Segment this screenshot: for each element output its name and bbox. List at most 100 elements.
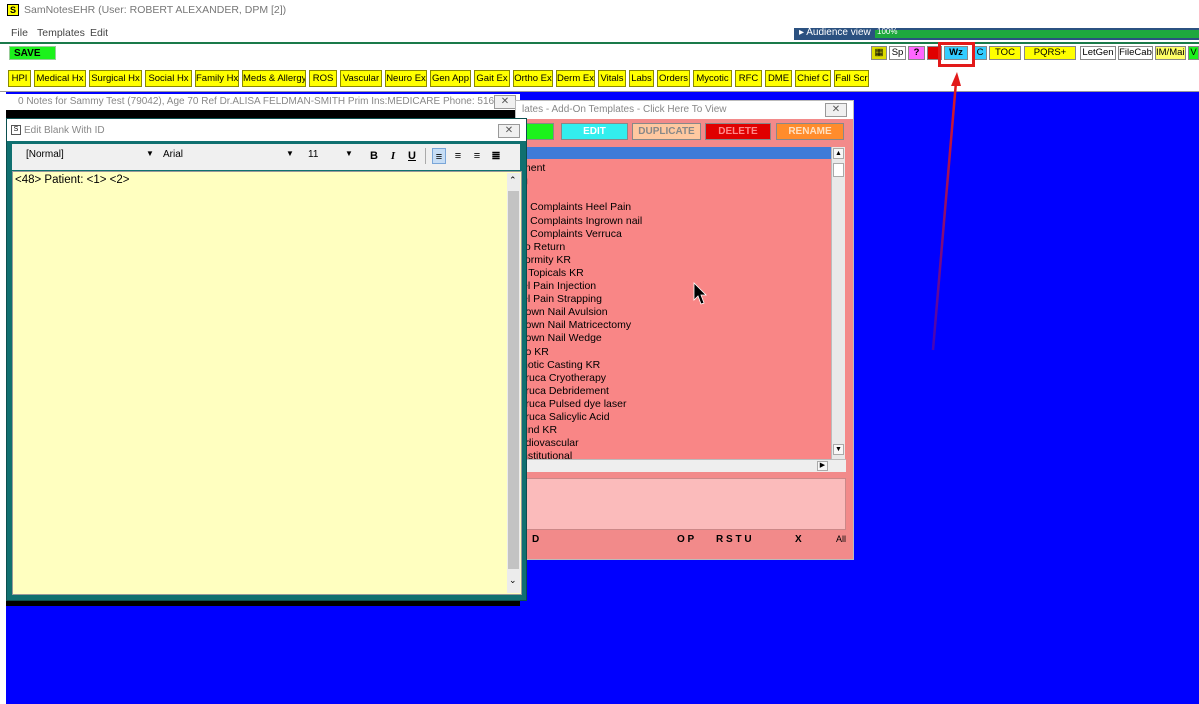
bold-button[interactable]: B: [367, 148, 381, 164]
chevron-down-icon[interactable]: ⌄: [509, 575, 517, 586]
sp-button[interactable]: Sp: [889, 46, 906, 60]
vertical-scrollbar[interactable]: ▲ ▼: [831, 147, 845, 459]
app-icon: S: [7, 4, 19, 16]
edit-button[interactable]: EDIT: [561, 123, 628, 140]
template-list[interactable]: mentgti Complaints Heel Painti Complaint…: [516, 147, 846, 459]
tpl-meds-allergy[interactable]: Meds & Allergy: [242, 70, 306, 87]
style-select[interactable]: [Normal]: [26, 149, 64, 160]
notes-window-titlebar[interactable]: 0 Notes for Sammy Test (79042), Age 70 R…: [6, 94, 520, 110]
alpha-rstu[interactable]: R S T U: [716, 534, 752, 545]
im-mail-button[interactable]: IM/Mail: [1155, 46, 1186, 60]
delete-button[interactable]: DELETE: [705, 123, 771, 140]
template-list-item[interactable]: hotic Casting KR: [522, 359, 600, 371]
tpl-chief-c[interactable]: Chief C: [795, 70, 831, 87]
save-button[interactable]: SAVE: [9, 46, 56, 60]
tpl-medical-hx[interactable]: Medical Hx: [34, 70, 86, 87]
template-list-item[interactable]: ti Complaints Ingrown nail: [522, 215, 642, 227]
edit-window-titlebar[interactable]: S Edit Blank With ID ✕: [7, 119, 526, 141]
menu-file[interactable]: File: [11, 27, 28, 39]
horizontal-scrollbar[interactable]: ▶: [516, 459, 846, 472]
chevron-down-icon[interactable]: ▼: [345, 149, 353, 158]
font-select[interactable]: Arial: [163, 149, 183, 160]
menu-edit[interactable]: Edit: [90, 27, 108, 39]
underline-button[interactable]: U: [405, 148, 419, 164]
template-list-item[interactable]: rdiovascular: [522, 437, 579, 449]
selected-row[interactable]: [516, 147, 832, 159]
template-list-item[interactable]: nstitutional: [522, 450, 572, 459]
tpl-ros[interactable]: ROS: [309, 70, 337, 87]
template-list-item[interactable]: el Pain Strapping: [522, 293, 602, 305]
calendar-icon[interactable]: ▦: [871, 46, 887, 60]
tpl-vascular[interactable]: Vascular: [340, 70, 382, 87]
tpl-labs[interactable]: Labs: [629, 70, 654, 87]
pqrs-button[interactable]: PQRS+: [1024, 46, 1076, 60]
scroll-thumb[interactable]: [508, 191, 519, 569]
tpl-surgical-hx[interactable]: Surgical Hx: [89, 70, 142, 87]
template-list-item[interactable]: rruca Cryotherapy: [522, 372, 606, 384]
menu-templates[interactable]: Templates: [37, 27, 85, 39]
template-list-item[interactable]: ti Complaints Heel Pain: [522, 201, 631, 213]
audience-view-bar[interactable]: ▸ Audience view 100%: [794, 27, 1199, 40]
template-list-item[interactable]: rruca Pulsed dye laser: [522, 398, 626, 410]
align-left-icon[interactable]: ≡: [432, 148, 446, 164]
tpl-social-hx[interactable]: Social Hx: [145, 70, 192, 87]
editor-scrollbar[interactable]: ⌃ ⌄: [507, 173, 520, 593]
editor-content[interactable]: <48> Patient: <1> <2>: [15, 174, 129, 186]
c2-button[interactable]: C: [973, 46, 987, 60]
duplicate-button[interactable]: DUPLICATE: [632, 123, 701, 140]
v-button[interactable]: V: [1188, 46, 1199, 60]
letgen-button[interactable]: LetGen: [1080, 46, 1116, 60]
scroll-down-icon[interactable]: ▼: [833, 444, 844, 455]
size-select[interactable]: 11: [308, 149, 318, 160]
tpl-hpi[interactable]: HPI: [8, 70, 31, 87]
annotation-highlight-box: [938, 42, 975, 67]
align-right-icon[interactable]: ≡: [470, 148, 484, 164]
scroll-thumb[interactable]: [833, 163, 844, 177]
template-list-item[interactable]: rown Nail Wedge: [522, 332, 602, 344]
align-center-icon[interactable]: ≡: [451, 148, 465, 164]
template-list-item[interactable]: to Return: [522, 241, 565, 253]
alpha-all[interactable]: All: [836, 534, 846, 544]
tpl-derm-ex[interactable]: Derm Ex: [556, 70, 595, 87]
chevron-down-icon[interactable]: ▼: [146, 149, 154, 158]
rename-button[interactable]: RENAME: [776, 123, 844, 140]
tpl-gait-ex[interactable]: Gait Ex: [474, 70, 510, 87]
tpl-orders[interactable]: Orders: [657, 70, 690, 87]
filecab-button[interactable]: FileCab: [1118, 46, 1153, 60]
template-list-item[interactable]: rruca Salicylic Acid: [522, 411, 610, 423]
help-button[interactable]: ?: [908, 46, 925, 60]
alpha-x[interactable]: X: [795, 534, 802, 545]
close-icon[interactable]: ✕: [825, 103, 847, 117]
tpl-family-hx[interactable]: Family Hx: [195, 70, 239, 87]
toc-button[interactable]: TOC: [989, 46, 1021, 60]
template-list-item[interactable]: ti Complaints Verruca: [522, 228, 622, 240]
scroll-up-icon[interactable]: ▲: [833, 148, 844, 159]
close-icon[interactable]: ✕: [498, 124, 520, 138]
tpl-mycotic[interactable]: Mycotic: [693, 70, 732, 87]
chevron-up-icon[interactable]: ⌃: [509, 175, 517, 186]
template-list-item[interactable]: rown Nail Matricectomy: [522, 319, 631, 331]
template-list-item[interactable]: r Topicals KR: [522, 267, 584, 279]
template-list-item[interactable]: el Pain Injection: [522, 280, 596, 292]
template-list-item[interactable]: rown Nail Avulsion: [522, 306, 608, 318]
chevron-down-icon[interactable]: ▼: [286, 149, 294, 158]
tpl-neuro-ex[interactable]: Neuro Ex: [385, 70, 427, 87]
italic-button[interactable]: I: [386, 148, 400, 164]
template-list-item[interactable]: rruca Debridement: [522, 385, 609, 397]
close-icon[interactable]: ✕: [494, 95, 516, 109]
scroll-right-icon[interactable]: ▶: [817, 461, 828, 471]
alpha-op[interactable]: O P: [677, 534, 694, 545]
tpl-vitals[interactable]: Vitals: [598, 70, 626, 87]
addon-window-titlebar[interactable]: lates - Add-On Templates - Click Here To…: [516, 101, 853, 119]
align-justify-icon[interactable]: ≣: [489, 148, 503, 164]
template-list-item[interactable]: formity KR: [522, 254, 571, 266]
template-preview[interactable]: [522, 478, 846, 530]
tpl-fall-scr[interactable]: Fall Scr: [834, 70, 869, 87]
editor-area[interactable]: <48> Patient: <1> <2> ⌃ ⌄: [12, 171, 522, 595]
tpl-ortho-ex[interactable]: Ortho Ex: [513, 70, 553, 87]
tpl-rfc[interactable]: RFC: [735, 70, 762, 87]
tpl-dme[interactable]: DME: [765, 70, 792, 87]
tpl-gen-app[interactable]: Gen App: [430, 70, 471, 87]
alpha-d[interactable]: D: [532, 534, 539, 545]
template-list-item[interactable]: und KR: [522, 424, 557, 436]
